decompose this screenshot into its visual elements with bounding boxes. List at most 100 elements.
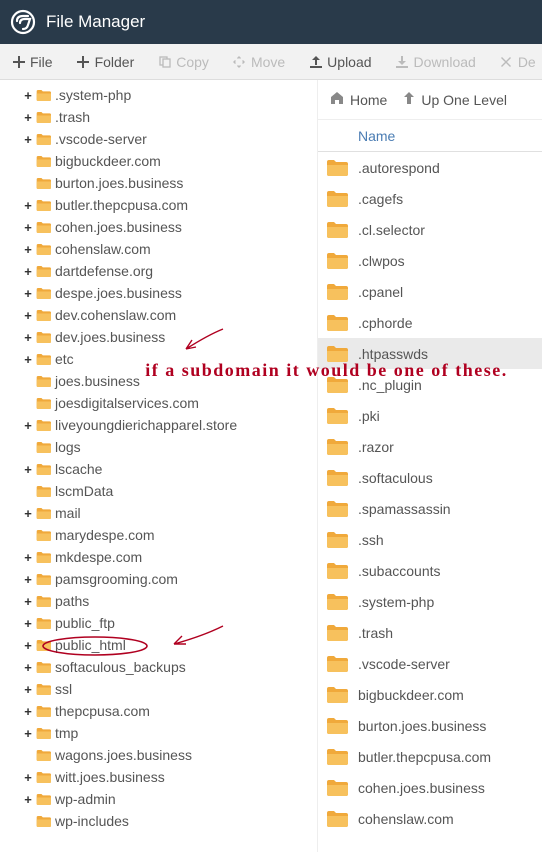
expand-icon[interactable]: + [22, 88, 34, 103]
tree-item[interactable]: +dartdefense.org [0, 260, 317, 282]
expand-icon[interactable]: + [22, 220, 34, 235]
home-button[interactable]: Home [330, 91, 387, 108]
expand-icon[interactable]: + [22, 792, 34, 807]
folder-icon [36, 419, 51, 432]
tree-item[interactable]: +public_ftp [0, 612, 317, 634]
file-row[interactable]: .pki [318, 400, 542, 431]
file-row[interactable]: burton.joes.business [318, 710, 542, 741]
file-row[interactable]: .cpanel [318, 276, 542, 307]
expand-icon[interactable]: + [22, 572, 34, 587]
tree-item[interactable]: +cohenslaw.com [0, 238, 317, 260]
expand-icon[interactable]: + [22, 704, 34, 719]
tree-item[interactable]: +despe.joes.business [0, 282, 317, 304]
expand-icon[interactable]: + [22, 352, 34, 367]
tree-item[interactable]: +thepcpusa.com [0, 700, 317, 722]
file-row[interactable]: .trash [318, 617, 542, 648]
file-row[interactable]: .razor [318, 431, 542, 462]
tree-item[interactable]: +mail [0, 502, 317, 524]
tree-item[interactable]: +ssl [0, 678, 317, 700]
tree-item[interactable]: +burton.joes.business [0, 172, 317, 194]
file-row[interactable]: .vscode-server [318, 648, 542, 679]
file-row[interactable]: .cagefs [318, 183, 542, 214]
expand-icon[interactable]: + [22, 682, 34, 697]
tree-item[interactable]: +wp-admin [0, 788, 317, 810]
file-list[interactable]: .autorespond.cagefs.cl.selector.clwpos.c… [318, 152, 542, 852]
expand-icon[interactable]: + [22, 660, 34, 675]
folder-icon [326, 345, 348, 363]
tree-item[interactable]: + pamsgrooming.com [0, 568, 317, 590]
tree-item[interactable]: +paths [0, 590, 317, 612]
folder-icon [326, 593, 348, 611]
tree-item[interactable]: +.trash [0, 106, 317, 128]
name-column-header[interactable]: Name [354, 128, 542, 144]
file-row[interactable]: .cphorde [318, 307, 542, 338]
tree-item[interactable]: +.system-php [0, 84, 317, 106]
expand-icon[interactable]: + [22, 242, 34, 257]
folder-tree-scroll[interactable]: +.system-php+.trash+.vscode-server+bigbu… [0, 80, 317, 852]
tree-item[interactable]: +wp-includes [0, 810, 317, 832]
file-row[interactable]: .cl.selector [318, 214, 542, 245]
expand-icon[interactable]: + [22, 418, 34, 433]
tree-item-label: pamsgrooming.com [55, 571, 178, 587]
file-row[interactable]: .softaculous [318, 462, 542, 493]
expand-icon[interactable]: + [22, 462, 34, 477]
expand-icon[interactable]: + [22, 330, 34, 345]
file-row[interactable]: .clwpos [318, 245, 542, 276]
tree-item[interactable]: +wagons.joes.business [0, 744, 317, 766]
tree-item[interactable]: +logs [0, 436, 317, 458]
tree-item[interactable]: +joesdigitalservices.com [0, 392, 317, 414]
tree-item[interactable]: +softaculous_backups [0, 656, 317, 678]
file-row[interactable]: .htpasswds [318, 338, 542, 369]
file-row[interactable]: .system-php [318, 586, 542, 617]
file-row[interactable]: .subaccounts [318, 555, 542, 586]
tree-item[interactable]: +bigbuckdeer.com [0, 150, 317, 172]
tree-item[interactable]: +lscmData [0, 480, 317, 502]
file-row[interactable]: cohen.joes.business [318, 772, 542, 803]
expand-icon[interactable]: + [22, 264, 34, 279]
file-name: .razor [358, 439, 394, 455]
file-row[interactable]: bigbuckdeer.com [318, 679, 542, 710]
download-button[interactable]: Download [384, 44, 488, 80]
tree-item[interactable]: +public_html [0, 634, 317, 656]
folder-icon [36, 441, 51, 454]
tree-item[interactable]: +dev.joes.business [0, 326, 317, 348]
tree-item[interactable]: +.vscode-server [0, 128, 317, 150]
copy-button[interactable]: Copy [146, 44, 221, 80]
expand-icon[interactable]: + [22, 550, 34, 565]
expand-icon[interactable]: + [22, 110, 34, 125]
expand-icon[interactable]: + [22, 198, 34, 213]
up-one-level-button[interactable]: Up One Level [403, 91, 507, 108]
tree-item[interactable]: +tmp [0, 722, 317, 744]
expand-icon[interactable]: + [22, 506, 34, 521]
tree-item[interactable]: +cohen.joes.business [0, 216, 317, 238]
tree-item[interactable]: +liveyoungdierichapparel.store [0, 414, 317, 436]
tree-item[interactable]: +etc [0, 348, 317, 370]
file-row[interactable]: .spamassassin [318, 493, 542, 524]
file-row[interactable]: .ssh [318, 524, 542, 555]
move-button[interactable]: Move [221, 44, 297, 80]
expand-icon[interactable]: + [22, 132, 34, 147]
tree-item[interactable]: +mkdespe.com [0, 546, 317, 568]
delete-button[interactable]: De [488, 44, 542, 80]
expand-icon[interactable]: + [22, 638, 34, 653]
expand-icon[interactable]: + [22, 594, 34, 609]
file-row[interactable]: cohenslaw.com [318, 803, 542, 834]
tree-item[interactable]: +witt.joes.business [0, 766, 317, 788]
expand-icon[interactable]: + [22, 770, 34, 785]
tree-item[interactable]: +joes.business [0, 370, 317, 392]
tree-item-label: marydespe.com [55, 527, 155, 543]
tree-item[interactable]: +dev.cohenslaw.com [0, 304, 317, 326]
expand-icon[interactable]: + [22, 616, 34, 631]
tree-item[interactable]: +marydespe.com [0, 524, 317, 546]
expand-icon[interactable]: + [22, 286, 34, 301]
file-row[interactable]: butler.thepcpusa.com [318, 741, 542, 772]
tree-item[interactable]: +lscache [0, 458, 317, 480]
file-row[interactable]: .autorespond [318, 152, 542, 183]
file-row[interactable]: .nc_plugin [318, 369, 542, 400]
expand-icon[interactable]: + [22, 726, 34, 741]
upload-button[interactable]: Upload [297, 44, 383, 80]
new-folder-button[interactable]: Folder [65, 44, 147, 80]
expand-icon[interactable]: + [22, 308, 34, 323]
tree-item[interactable]: +butler.thepcpusa.com [0, 194, 317, 216]
new-file-button[interactable]: File [0, 44, 65, 80]
